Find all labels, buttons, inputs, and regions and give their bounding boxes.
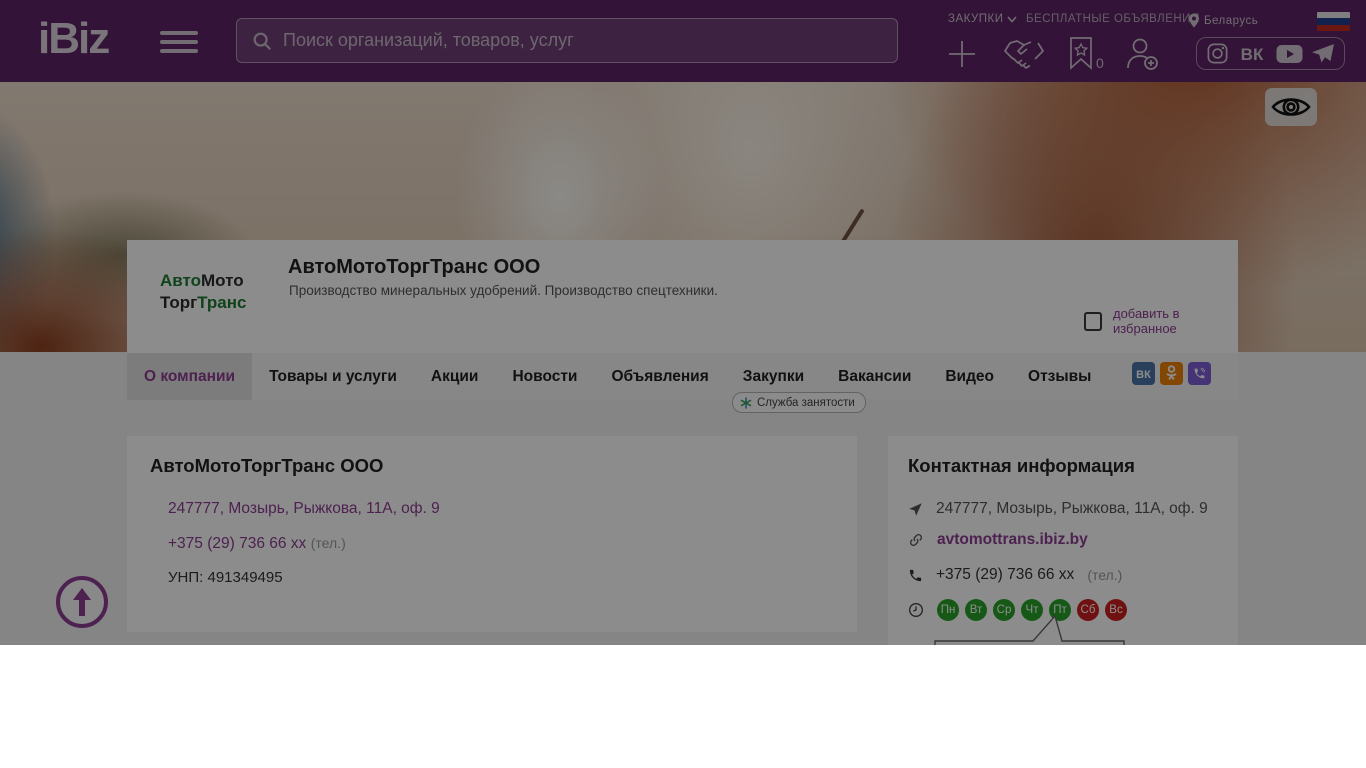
cookie-banner: Для обеспечения удобства пользователей с… [0,645,1366,768]
